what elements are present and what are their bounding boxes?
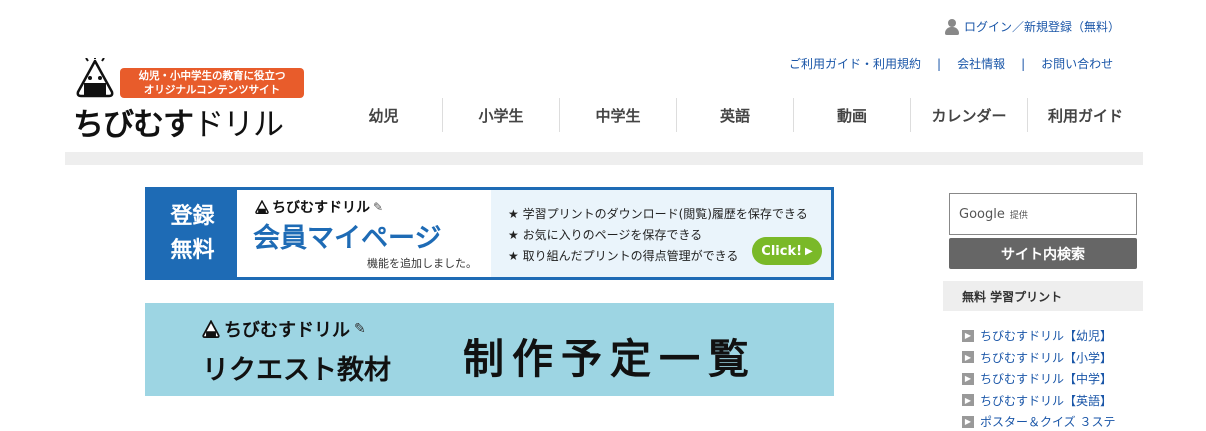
member-page-banner[interactable]: 登録 無料 ちびむすドリル ✎ 会員マイページ 機能を追加しました。 ★ 学習プ… [145,187,834,280]
sidebar-link-label: ちびむすドリル【幼児】 [980,329,1113,344]
nav-item-infant[interactable]: 幼児 [325,98,442,132]
google-sub-label: 提供 [1009,210,1028,221]
utility-links: ご利用ガイド・利用規約 | 会社情報 | お問い合わせ [789,55,1113,72]
member-page-title: 会員マイページ [253,223,442,254]
nav-item-english[interactable]: 英語 [676,98,793,132]
onigiri-mini-icon [255,200,269,214]
nav-item-elementary[interactable]: 小学生 [442,98,559,132]
sidebar-link[interactable]: ▶ ちびむすドリル【幼児】 [962,325,1115,347]
onigiri-mini-icon [202,320,220,338]
onigiri-mascot-icon [76,58,114,98]
nav-item-junior-high[interactable]: 中学生 [559,98,676,132]
pencil-icon: ✎ [354,321,366,337]
sidebar-link[interactable]: ▶ ポスター＆クイズ ３ステ [962,411,1115,431]
arrow-right-icon: ▶ [962,394,974,407]
banner2-mini-logo: ちびむすドリル ✎ [202,316,366,342]
logo-name: ちびむすドリル [73,99,284,144]
request-material-banner[interactable]: ちびむすドリル ✎ リクエスト教材 制作予定一覧 [145,303,834,396]
tagline-line1: 幼児・小中学生の教育に役立つ [138,70,286,82]
sidebar-link-label: ちびむすドリル【中学】 [980,372,1113,387]
free-registration-badge: 登録 無料 [148,190,237,277]
main-nav: 幼児 小学生 中学生 英語 動画 カレンダー 利用ガイド [325,98,1143,132]
arrow-right-icon: ▶ [962,372,974,385]
logo-name-thin: ドリル [193,107,284,143]
nav-item-guide[interactable]: 利用ガイド [1027,98,1143,132]
contact-link[interactable]: お問い合わせ [1041,55,1113,72]
click-label: Click! [761,243,803,259]
sidebar-link-label: ポスター＆クイズ ３ステ [980,415,1116,430]
free-line2: 無料 [170,237,215,263]
sidebar-link[interactable]: ▶ ちびむすドリル【中学】 [962,368,1115,390]
added-note: 機能を追加しました。 [367,257,477,270]
click-button[interactable]: Click! ▶ [752,237,822,265]
mini-logo-text: ちびむすドリル [224,320,350,341]
arrow-right-icon: ▶ [962,351,974,364]
tagline-line2: オリジナルコンテンツサイト [143,84,281,96]
feature-item: ★ 学習プリントのダウンロード(閲覧)履歴を保存できる [508,207,808,221]
sidebar-section-title: 無料 学習プリント [943,281,1143,311]
sidebar-link-list: ▶ ちびむすドリル【幼児】 ▶ ちびむすドリル【小学】 ▶ ちびむすドリル【中学】 ▶… [962,325,1115,431]
sidebar-link[interactable]: ▶ ちびむすドリル【小学】 [962,347,1115,369]
production-schedule-title: 制作予定一覧 [463,335,757,383]
sidebar-link[interactable]: ▶ ちびむすドリル【英語】 [962,390,1115,412]
logo-tagline: 幼児・小中学生の教育に役立つ オリジナルコンテンツサイト [120,68,304,98]
logo-name-bold: ちびむす [73,107,194,143]
nav-item-video[interactable]: 動画 [793,98,910,132]
login-label: ログイン／新規登録（無料） [964,20,1121,34]
request-title: リクエスト教材 [202,355,391,386]
play-arrow-icon: ▶ [805,245,813,257]
separator: | [937,56,942,71]
guide-terms-link[interactable]: ご利用ガイド・利用規約 [789,55,921,72]
company-info-link[interactable]: 会社情報 [957,55,1005,72]
user-icon [944,18,960,35]
sidebar-link-label: ちびむすドリル【英語】 [980,393,1113,408]
site-search-button[interactable]: サイト内検索 [949,238,1137,269]
separator: | [1021,56,1026,71]
member-title-area: ちびむすドリル ✎ 会員マイページ 機能を追加しました。 [237,190,491,277]
free-line1: 登録 [170,203,215,229]
pencil-icon: ✎ [373,200,384,214]
arrow-right-icon: ▶ [962,329,974,342]
banner-mini-logo: ちびむすドリル ✎ [255,197,383,217]
google-label: Google [959,206,1005,222]
sidebar-link-label: ちびむすドリル【小学】 [980,350,1113,365]
arrow-right-icon: ▶ [962,415,974,428]
site-search-input[interactable]: Google 提供 [949,193,1137,235]
nav-item-calendar[interactable]: カレンダー [910,98,1027,132]
site-logo[interactable]: 幼児・小中学生の教育に役立つ オリジナルコンテンツサイト ちびむすドリル [73,56,305,143]
header-divider [65,152,1143,165]
mini-logo-text: ちびむすドリル [272,200,370,216]
login-link[interactable]: ログイン／新規登録（無料） [944,18,1120,35]
